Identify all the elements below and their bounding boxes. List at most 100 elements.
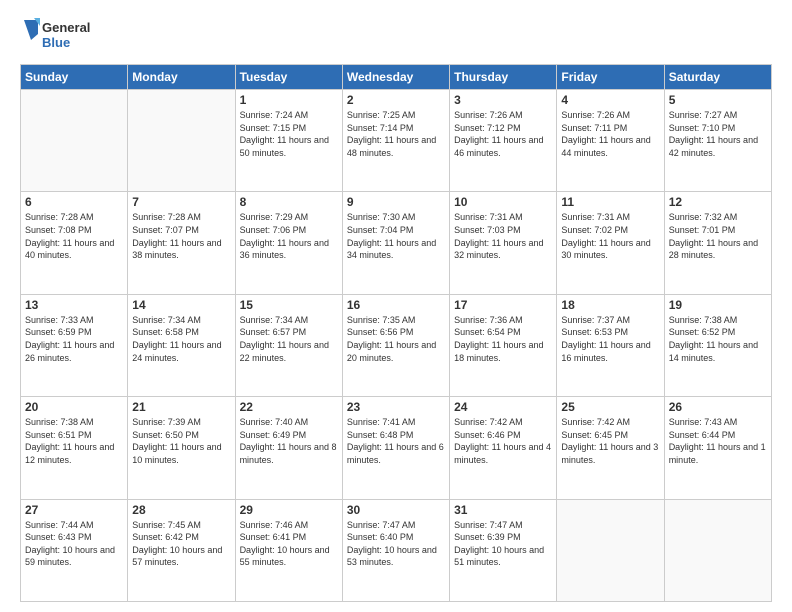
day-number: 22 [240, 400, 338, 414]
day-number: 6 [25, 195, 123, 209]
col-header-wednesday: Wednesday [342, 65, 449, 90]
calendar-cell: 21 Sunrise: 7:39 AM Sunset: 6:50 PM Dayli… [128, 397, 235, 499]
calendar-cell: 31 Sunrise: 7:47 AM Sunset: 6:39 PM Dayli… [450, 499, 557, 601]
calendar-cell: 29 Sunrise: 7:46 AM Sunset: 6:41 PM Dayli… [235, 499, 342, 601]
calendar-cell: 12 Sunrise: 7:32 AM Sunset: 7:01 PM Dayli… [664, 192, 771, 294]
col-header-saturday: Saturday [664, 65, 771, 90]
page: General Blue SundayMondayTuesdayWednesda… [0, 0, 792, 612]
header: General Blue [20, 16, 772, 56]
calendar-week-3: 13 Sunrise: 7:33 AM Sunset: 6:59 PM Dayli… [21, 294, 772, 396]
day-number: 29 [240, 503, 338, 517]
calendar-cell: 4 Sunrise: 7:26 AM Sunset: 7:11 PM Daylig… [557, 90, 664, 192]
day-number: 1 [240, 93, 338, 107]
day-number: 15 [240, 298, 338, 312]
cell-sun-info: Sunrise: 7:45 AM Sunset: 6:42 PM Dayligh… [132, 519, 230, 569]
calendar-table: SundayMondayTuesdayWednesdayThursdayFrid… [20, 64, 772, 602]
day-number: 23 [347, 400, 445, 414]
svg-text:Blue: Blue [42, 35, 70, 50]
day-number: 2 [347, 93, 445, 107]
col-header-monday: Monday [128, 65, 235, 90]
cell-sun-info: Sunrise: 7:42 AM Sunset: 6:46 PM Dayligh… [454, 416, 552, 466]
cell-sun-info: Sunrise: 7:39 AM Sunset: 6:50 PM Dayligh… [132, 416, 230, 466]
cell-sun-info: Sunrise: 7:36 AM Sunset: 6:54 PM Dayligh… [454, 314, 552, 364]
calendar-cell: 13 Sunrise: 7:33 AM Sunset: 6:59 PM Dayli… [21, 294, 128, 396]
cell-sun-info: Sunrise: 7:29 AM Sunset: 7:06 PM Dayligh… [240, 211, 338, 261]
calendar-week-5: 27 Sunrise: 7:44 AM Sunset: 6:43 PM Dayli… [21, 499, 772, 601]
cell-sun-info: Sunrise: 7:37 AM Sunset: 6:53 PM Dayligh… [561, 314, 659, 364]
day-number: 25 [561, 400, 659, 414]
calendar-cell: 7Sunrise: 7:28 AM Sunset: 7:07 PM Daylig… [128, 192, 235, 294]
cell-sun-info: Sunrise: 7:24 AM Sunset: 7:15 PM Dayligh… [240, 109, 338, 159]
day-number: 30 [347, 503, 445, 517]
cell-sun-info: Sunrise: 7:31 AM Sunset: 7:02 PM Dayligh… [561, 211, 659, 261]
day-number: 27 [25, 503, 123, 517]
cell-sun-info: Sunrise: 7:40 AM Sunset: 6:49 PM Dayligh… [240, 416, 338, 466]
calendar-header-row: SundayMondayTuesdayWednesdayThursdayFrid… [21, 65, 772, 90]
day-number: 18 [561, 298, 659, 312]
cell-sun-info: Sunrise: 7:32 AM Sunset: 7:01 PM Dayligh… [669, 211, 767, 261]
day-number: 28 [132, 503, 230, 517]
day-number: 21 [132, 400, 230, 414]
day-number: 3 [454, 93, 552, 107]
calendar-cell: 1 Sunrise: 7:24 AM Sunset: 7:15 PM Daylig… [235, 90, 342, 192]
day-number: 19 [669, 298, 767, 312]
calendar-cell: 24 Sunrise: 7:42 AM Sunset: 6:46 PM Dayli… [450, 397, 557, 499]
day-number: 11 [561, 195, 659, 209]
calendar-cell: 25 Sunrise: 7:42 AM Sunset: 6:45 PM Dayli… [557, 397, 664, 499]
day-number: 12 [669, 195, 767, 209]
calendar-cell: 16 Sunrise: 7:35 AM Sunset: 6:56 PM Dayli… [342, 294, 449, 396]
calendar-cell: 18 Sunrise: 7:37 AM Sunset: 6:53 PM Dayli… [557, 294, 664, 396]
calendar-cell: 17Sunrise: 7:36 AM Sunset: 6:54 PM Dayli… [450, 294, 557, 396]
cell-sun-info: Sunrise: 7:44 AM Sunset: 6:43 PM Dayligh… [25, 519, 123, 569]
cell-sun-info: Sunrise: 7:41 AM Sunset: 6:48 PM Dayligh… [347, 416, 445, 466]
cell-sun-info: Sunrise: 7:27 AM Sunset: 7:10 PM Dayligh… [669, 109, 767, 159]
cell-sun-info: Sunrise: 7:31 AM Sunset: 7:03 PM Dayligh… [454, 211, 552, 261]
cell-sun-info: Sunrise: 7:34 AM Sunset: 6:57 PM Dayligh… [240, 314, 338, 364]
day-number: 9 [347, 195, 445, 209]
calendar-cell: 2 Sunrise: 7:25 AM Sunset: 7:14 PM Daylig… [342, 90, 449, 192]
logo: General Blue [20, 16, 110, 56]
cell-sun-info: Sunrise: 7:26 AM Sunset: 7:11 PM Dayligh… [561, 109, 659, 159]
col-header-friday: Friday [557, 65, 664, 90]
col-header-sunday: Sunday [21, 65, 128, 90]
calendar-cell: 3Sunrise: 7:26 AM Sunset: 7:12 PM Daylig… [450, 90, 557, 192]
calendar-cell: 15 Sunrise: 7:34 AM Sunset: 6:57 PM Dayli… [235, 294, 342, 396]
logo-icon: General Blue [20, 16, 110, 56]
day-number: 24 [454, 400, 552, 414]
calendar-cell: 11 Sunrise: 7:31 AM Sunset: 7:02 PM Dayli… [557, 192, 664, 294]
svg-text:General: General [42, 20, 90, 35]
day-number: 31 [454, 503, 552, 517]
cell-sun-info: Sunrise: 7:28 AM Sunset: 7:08 PM Dayligh… [25, 211, 123, 261]
cell-sun-info: Sunrise: 7:28 AM Sunset: 7:07 PM Dayligh… [132, 211, 230, 261]
calendar-cell: 26 Sunrise: 7:43 AM Sunset: 6:44 PM Dayli… [664, 397, 771, 499]
cell-sun-info: Sunrise: 7:25 AM Sunset: 7:14 PM Dayligh… [347, 109, 445, 159]
cell-sun-info: Sunrise: 7:34 AM Sunset: 6:58 PM Dayligh… [132, 314, 230, 364]
cell-sun-info: Sunrise: 7:33 AM Sunset: 6:59 PM Dayligh… [25, 314, 123, 364]
day-number: 26 [669, 400, 767, 414]
calendar-cell [664, 499, 771, 601]
cell-sun-info: Sunrise: 7:43 AM Sunset: 6:44 PM Dayligh… [669, 416, 767, 466]
calendar-week-2: 6 Sunrise: 7:28 AM Sunset: 7:08 PM Daylig… [21, 192, 772, 294]
cell-sun-info: Sunrise: 7:46 AM Sunset: 6:41 PM Dayligh… [240, 519, 338, 569]
calendar-week-4: 20 Sunrise: 7:38 AM Sunset: 6:51 PM Dayli… [21, 397, 772, 499]
day-number: 16 [347, 298, 445, 312]
calendar-cell: 6 Sunrise: 7:28 AM Sunset: 7:08 PM Daylig… [21, 192, 128, 294]
cell-sun-info: Sunrise: 7:47 AM Sunset: 6:40 PM Dayligh… [347, 519, 445, 569]
calendar-cell: 19 Sunrise: 7:38 AM Sunset: 6:52 PM Dayli… [664, 294, 771, 396]
calendar-cell: 20 Sunrise: 7:38 AM Sunset: 6:51 PM Dayli… [21, 397, 128, 499]
day-number: 4 [561, 93, 659, 107]
calendar-cell [557, 499, 664, 601]
day-number: 14 [132, 298, 230, 312]
cell-sun-info: Sunrise: 7:38 AM Sunset: 6:51 PM Dayligh… [25, 416, 123, 466]
cell-sun-info: Sunrise: 7:30 AM Sunset: 7:04 PM Dayligh… [347, 211, 445, 261]
calendar-cell: 5Sunrise: 7:27 AM Sunset: 7:10 PM Daylig… [664, 90, 771, 192]
cell-sun-info: Sunrise: 7:38 AM Sunset: 6:52 PM Dayligh… [669, 314, 767, 364]
day-number: 13 [25, 298, 123, 312]
day-number: 20 [25, 400, 123, 414]
calendar-cell: 30 Sunrise: 7:47 AM Sunset: 6:40 PM Dayli… [342, 499, 449, 601]
cell-sun-info: Sunrise: 7:42 AM Sunset: 6:45 PM Dayligh… [561, 416, 659, 466]
cell-sun-info: Sunrise: 7:35 AM Sunset: 6:56 PM Dayligh… [347, 314, 445, 364]
calendar-cell: 23 Sunrise: 7:41 AM Sunset: 6:48 PM Dayli… [342, 397, 449, 499]
cell-sun-info: Sunrise: 7:47 AM Sunset: 6:39 PM Dayligh… [454, 519, 552, 569]
calendar-cell [128, 90, 235, 192]
